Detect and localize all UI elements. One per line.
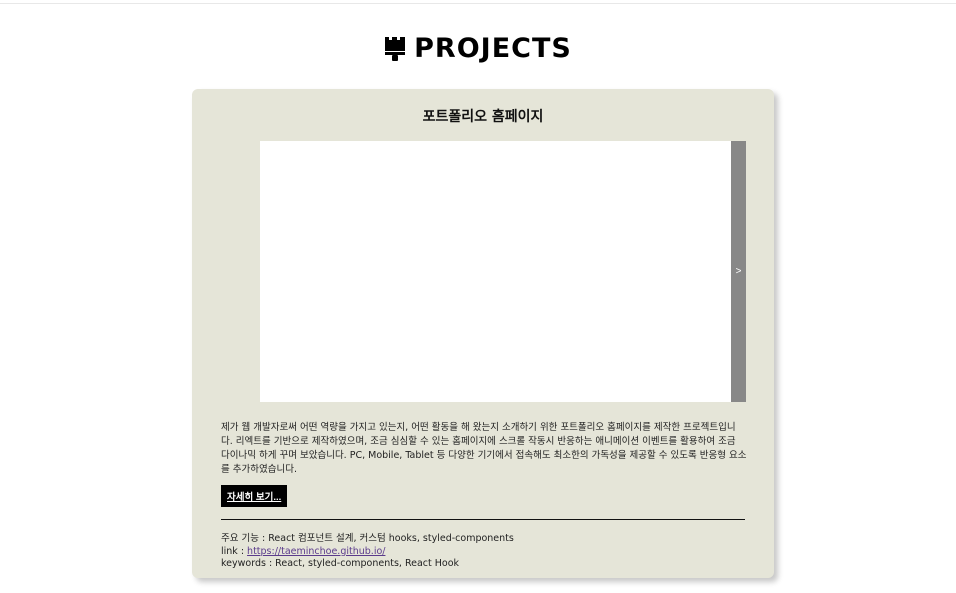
image-carousel: > xyxy=(260,141,746,402)
section-header: PROJECTS xyxy=(0,34,956,64)
more-details-button[interactable]: 자세히 보기... xyxy=(221,485,288,507)
features-label: 주요 기능 : xyxy=(221,533,269,544)
link-line: link : https://taeminchoe.github.io/ xyxy=(221,546,747,559)
features-line: 주요 기능 : React 컴포넌트 설계, 커스텀 hooks, styled… xyxy=(221,533,747,546)
project-description: 제가 웹 개발자로써 어떤 역량을 가지고 있는지, 어떤 활동을 해 왔는지 … xyxy=(221,422,747,475)
carousel-next-button[interactable]: > xyxy=(731,141,746,402)
project-title: 포트폴리오 홈페이지 xyxy=(422,109,544,125)
link-label: link : xyxy=(221,545,248,557)
project-card: 포트폴리오 홈페이지 > 제가 웹 개발자로써 어떤 역량을 가지고 있는지, … xyxy=(192,89,774,578)
keywords-value: React, styled-components, React Hook xyxy=(275,558,460,569)
keywords-label: keywords : xyxy=(221,558,276,569)
brush-icon xyxy=(385,37,406,61)
divider xyxy=(221,519,745,520)
project-link[interactable]: https://taeminchoe.github.io/ xyxy=(247,546,385,557)
section-title: PROJECTS xyxy=(414,33,572,64)
top-border xyxy=(0,0,956,4)
keywords-line: keywords : React, styled-components, Rea… xyxy=(221,558,747,571)
features-value: React 컴포넌트 설계, 커스텀 hooks, styled-compone… xyxy=(268,533,514,544)
project-meta: 주요 기능 : React 컴포넌트 설계, 커스텀 hooks, styled… xyxy=(221,533,747,571)
